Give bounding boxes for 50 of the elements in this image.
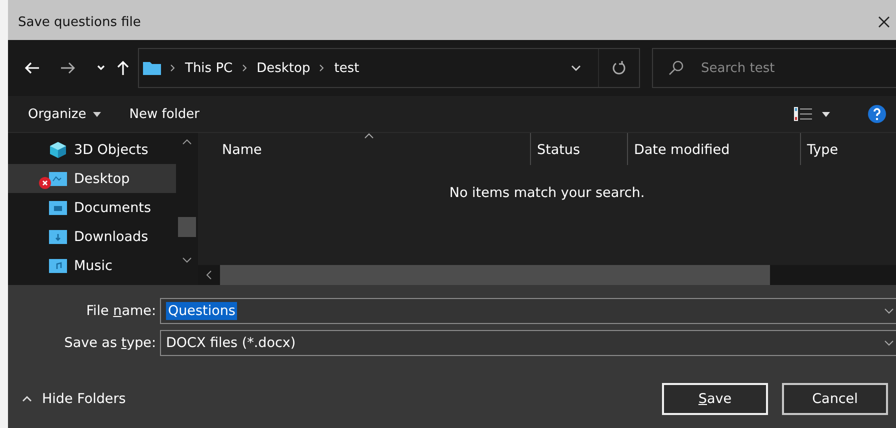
scroll-thumb[interactable] [220, 265, 770, 285]
breadcrumb[interactable]: This PC [185, 60, 233, 76]
save-button[interactable]: Save [662, 383, 768, 415]
chevron-right-icon [242, 64, 248, 72]
documents-folder-icon [49, 200, 67, 214]
desktop-folder-icon [49, 172, 67, 186]
back-arrow-icon[interactable] [24, 61, 40, 75]
file-name-field[interactable]: Questions [160, 298, 896, 324]
dropdown-icon [93, 112, 102, 116]
empty-message: No items match your search. [449, 185, 645, 203]
search-field[interactable]: Search test [652, 48, 896, 88]
breadcrumb[interactable]: Desktop [256, 60, 310, 76]
help-icon[interactable] [868, 105, 886, 123]
column-header[interactable]: Status [530, 133, 627, 165]
chevron-up-icon [22, 396, 32, 402]
forward-arrow-icon[interactable] [60, 61, 76, 75]
chevron-right-icon [170, 64, 176, 72]
close-icon[interactable] [878, 16, 890, 28]
sort-caret-icon [364, 133, 374, 139]
music-folder-icon [49, 258, 67, 272]
organize-button[interactable]: Organize [20, 102, 110, 126]
sidebar-item[interactable]: 3D Objects [8, 135, 176, 164]
address-bar[interactable]: This PC Desktop test [138, 48, 640, 88]
downloads-folder-icon [49, 230, 67, 244]
hide-folders-button[interactable]: Hide Folders [8, 387, 140, 411]
save-as-type-label: Save as type: [63, 335, 157, 351]
horizontal-scrollbar[interactable] [198, 265, 896, 285]
column-header[interactable]: Type [800, 133, 896, 165]
dropdown-icon[interactable] [822, 112, 830, 116]
refresh-icon [611, 60, 627, 76]
chevron-right-icon [319, 64, 326, 72]
scroll-thumb[interactable] [178, 217, 196, 237]
sidebar-item[interactable]: Downloads [8, 222, 176, 251]
chevron-down-icon[interactable] [570, 64, 582, 72]
sidebar-item[interactable]: Desktop [8, 164, 176, 193]
cube-icon [49, 140, 67, 158]
search-icon [668, 60, 684, 76]
folder-icon [143, 61, 161, 75]
file-type-dropdown[interactable]: DOCX files (*.docx) [160, 330, 896, 356]
sidebar-item[interactable]: Music [8, 251, 176, 280]
new-folder-button[interactable]: New folder [121, 102, 208, 126]
file-name-label: File name: [85, 303, 157, 319]
sidebar-item[interactable]: Documents [8, 193, 176, 222]
window-title: Save questions file [18, 14, 142, 30]
cancel-button[interactable]: Cancel [782, 383, 888, 415]
view-options-icon[interactable] [794, 107, 812, 121]
up-arrow-icon[interactable] [116, 60, 130, 76]
breadcrumb[interactable]: test [334, 60, 360, 76]
column-header[interactable]: Date modified [627, 133, 800, 165]
column-header[interactable]: Name [198, 133, 530, 167]
